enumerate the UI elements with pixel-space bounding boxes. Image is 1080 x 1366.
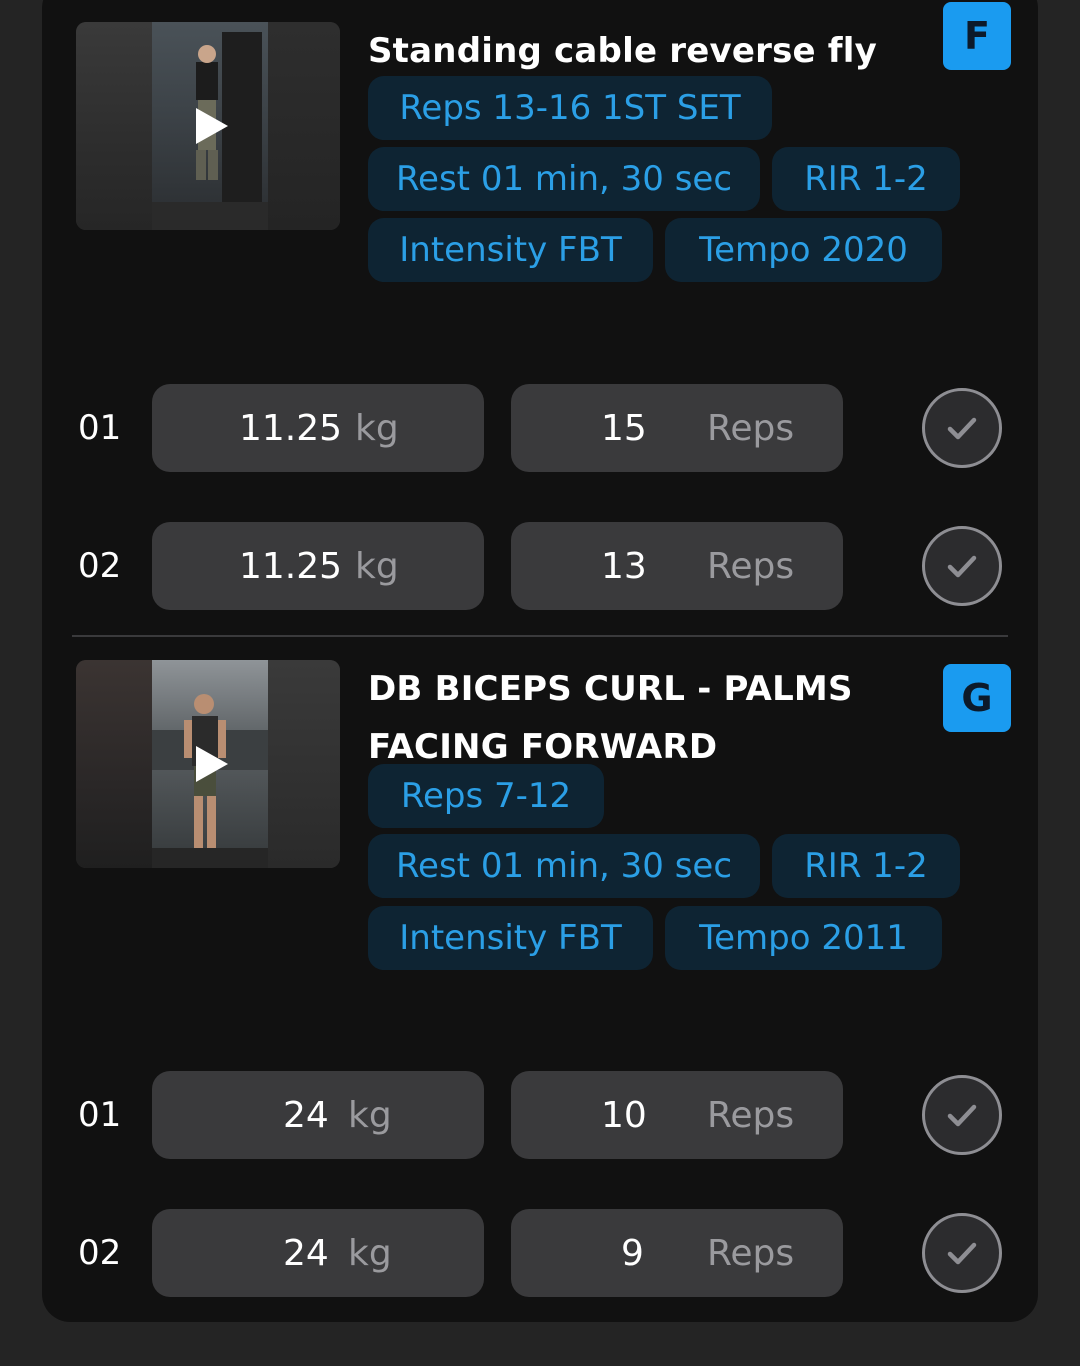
- weight-field[interactable]: 24 kg: [152, 1071, 484, 1159]
- reps-unit: Reps: [707, 1232, 795, 1274]
- tempo-chip: Tempo 2011: [665, 906, 942, 970]
- set-number: 01: [78, 408, 122, 448]
- weight-unit: kg: [348, 1232, 392, 1274]
- set-row: 01 11.25 kg 15 Reps: [42, 384, 1038, 472]
- weight-value: 24: [283, 1232, 329, 1274]
- rir-chip: RIR 1-2: [772, 834, 960, 898]
- reps-value: 9: [621, 1232, 644, 1274]
- complete-set-button[interactable]: [922, 1213, 1002, 1293]
- reps-unit: Reps: [707, 1094, 795, 1136]
- complete-set-button[interactable]: [922, 1075, 1002, 1155]
- reps-field[interactable]: 13 Reps: [511, 522, 843, 610]
- complete-set-button[interactable]: [922, 388, 1002, 468]
- weight-field[interactable]: 24 kg: [152, 1209, 484, 1297]
- reps-target-chip: Reps 7-12: [368, 764, 604, 828]
- weight-unit: kg: [355, 545, 399, 587]
- exercise-video-thumbnail[interactable]: [76, 22, 340, 230]
- weight-value: 24: [283, 1094, 329, 1136]
- set-number: 02: [78, 546, 122, 586]
- play-icon[interactable]: [188, 742, 232, 786]
- reps-value: 13: [601, 545, 647, 587]
- weight-value: 11.25: [239, 545, 343, 587]
- rir-chip: RIR 1-2: [772, 147, 960, 211]
- weight-field[interactable]: 11.25 kg: [152, 522, 484, 610]
- play-icon[interactable]: [188, 104, 232, 148]
- complete-set-button[interactable]: [922, 526, 1002, 606]
- intensity-chip: Intensity FBT: [368, 906, 653, 970]
- reps-target-chip: Reps 13-16 1ST SET: [368, 76, 772, 140]
- checkmark-icon: [947, 1104, 977, 1127]
- weight-value: 11.25: [239, 407, 343, 449]
- weight-unit: kg: [348, 1094, 392, 1136]
- tempo-chip: Tempo 2020: [665, 218, 942, 282]
- reps-unit: Reps: [707, 545, 795, 587]
- set-row: 02 11.25 kg 13 Reps: [42, 522, 1038, 610]
- reps-unit: Reps: [707, 407, 795, 449]
- checkmark-icon: [947, 1242, 977, 1265]
- exercise-letter-badge: F: [943, 2, 1011, 70]
- set-number: 02: [78, 1233, 122, 1273]
- exercise-letter-badge: G: [943, 664, 1011, 732]
- exercise-title: DB BICEPS CURL - PALMS FACING FORWARD: [368, 669, 853, 767]
- exercise-divider: [72, 635, 1008, 637]
- checkmark-icon: [947, 555, 977, 578]
- rest-chip: Rest 01 min, 30 sec: [368, 834, 760, 898]
- set-row: 02 24 kg 9 Reps: [42, 1209, 1038, 1297]
- reps-field[interactable]: 9 Reps: [511, 1209, 843, 1297]
- weight-field[interactable]: 11.25 kg: [152, 384, 484, 472]
- reps-field[interactable]: 15 Reps: [511, 384, 843, 472]
- rest-chip: Rest 01 min, 30 sec: [368, 147, 760, 211]
- set-row: 01 24 kg 10 Reps: [42, 1071, 1038, 1159]
- reps-value: 15: [601, 407, 647, 449]
- exercise-video-thumbnail[interactable]: [76, 660, 340, 868]
- exercise-title: Standing cable reverse fly: [368, 31, 878, 71]
- checkmark-icon: [947, 417, 977, 440]
- weight-unit: kg: [355, 407, 399, 449]
- set-number: 01: [78, 1095, 122, 1135]
- reps-field[interactable]: 10 Reps: [511, 1071, 843, 1159]
- reps-value: 10: [601, 1094, 647, 1136]
- workout-card: Standing cable reverse fly F Reps 13-16 …: [42, 0, 1038, 1322]
- intensity-chip: Intensity FBT: [368, 218, 653, 282]
